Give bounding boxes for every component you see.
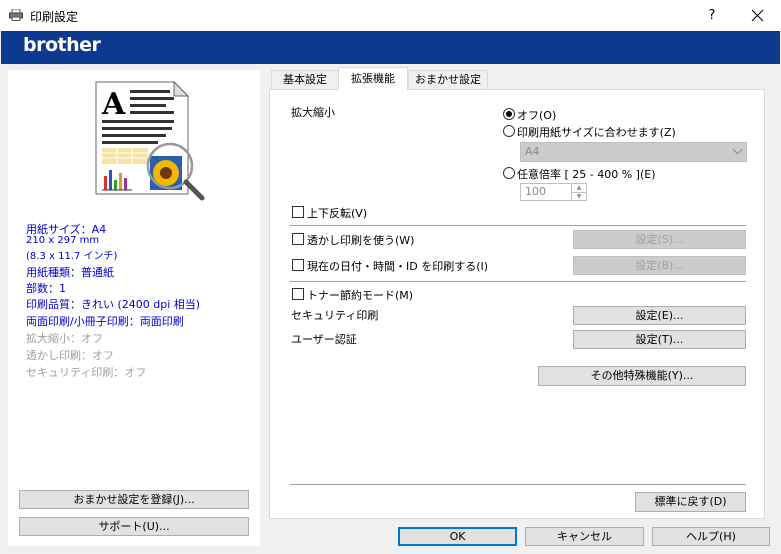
- tab-advanced[interactable]: 拡張機能: [338, 67, 408, 90]
- paper-dimension-inch: (8.3 x 11.7 インチ): [26, 251, 118, 262]
- cancel-button[interactable]: キャンセル: [525, 527, 644, 546]
- toner-save-checkbox[interactable]: [292, 288, 304, 300]
- media-type-info: 用紙種類：普通紙: [26, 266, 114, 279]
- help-button[interactable]: ?: [690, 0, 734, 31]
- tab-basic[interactable]: 基本設定: [271, 70, 339, 90]
- duplex-info: 両面印刷/小冊子印刷：両面印刷: [26, 315, 184, 328]
- divider: [290, 281, 746, 282]
- scaling-fit-label[interactable]: 印刷用紙サイズに合わせます(Z): [517, 124, 676, 140]
- watermark-checkbox[interactable]: [292, 233, 304, 245]
- watermark-label[interactable]: 透かし印刷を使う(W): [307, 232, 414, 248]
- close-icon[interactable]: [734, 0, 781, 31]
- fit-paper-select[interactable]: A4: [520, 142, 747, 162]
- header-footer-checkbox[interactable]: [292, 259, 304, 271]
- other-features-button[interactable]: その他特殊機能(Y)...: [538, 366, 746, 386]
- watermark-settings-button[interactable]: 設定(S)...: [573, 230, 746, 249]
- title-bar: 印刷設定 ?: [0, 0, 781, 31]
- brand-bar: brother: [1, 31, 780, 64]
- secure-print-label: セキュリティ印刷: [291, 309, 379, 322]
- user-auth-label: ユーザー認証: [291, 333, 357, 346]
- scaling-free-radio[interactable]: [503, 167, 515, 179]
- mirror-label[interactable]: 上下反転(V): [307, 205, 367, 221]
- fit-paper-value: A4: [525, 145, 540, 158]
- header-footer-label[interactable]: 現在の日付・時間・ID を印刷する(I): [307, 258, 488, 274]
- ok-button[interactable]: OK: [398, 527, 517, 546]
- watermark-info: 透かし印刷：オフ: [26, 349, 114, 362]
- scaling-off-label[interactable]: オフ(O): [517, 107, 556, 123]
- secure-print-settings-button[interactable]: 設定(E)...: [573, 306, 746, 325]
- mirror-checkbox[interactable]: [292, 206, 304, 218]
- divider: [290, 484, 746, 485]
- register-profile-button[interactable]: おまかせ設定を登録(J)...: [19, 490, 249, 509]
- copies-info: 部数：1: [26, 282, 66, 295]
- quality-info: 印刷品質：きれい (2400 dpi 相当): [26, 298, 201, 311]
- scale-percent-value: 100: [525, 185, 546, 198]
- scaling-fit-radio[interactable]: [503, 125, 515, 137]
- chevron-down-icon: [732, 144, 743, 155]
- user-auth-settings-button[interactable]: 設定(T)...: [573, 330, 746, 349]
- scale-percent-stepper[interactable]: 100 ▲ ▼: [520, 183, 587, 201]
- toner-save-label[interactable]: トナー節約モード(M): [307, 287, 413, 303]
- paper-dimension-mm: 210 x 297 mm: [26, 235, 100, 246]
- scaling-free-label[interactable]: 任意倍率 [ 25 - 400 % ](E): [517, 166, 656, 182]
- divider: [290, 225, 746, 226]
- preview-panel: A 用紙サイズ：A4 210 x 297 mm (8.3 x 11.7 インチ)…: [8, 70, 260, 546]
- secure-info: セキュリティ印刷：オフ: [26, 366, 147, 379]
- scaling-label: 拡大縮小: [291, 106, 335, 119]
- spin-down-icon[interactable]: ▼: [571, 192, 586, 200]
- scaling-off-radio[interactable]: [503, 108, 515, 120]
- document-preview-icon: A: [95, 80, 205, 201]
- svg-text:A: A: [101, 87, 126, 122]
- scaling-info: 拡大縮小：オフ: [26, 332, 103, 345]
- restore-default-button[interactable]: 標準に戻す(D): [635, 492, 746, 512]
- window-title: 印刷設定: [30, 10, 79, 24]
- spin-up-icon[interactable]: ▲: [571, 184, 586, 192]
- help-dialog-button[interactable]: ヘルプ(H): [652, 527, 770, 546]
- header-footer-settings-button[interactable]: 設定(B)...: [573, 256, 746, 275]
- brother-logo: brother: [23, 34, 101, 56]
- printer-icon: [9, 9, 23, 21]
- support-button[interactable]: サポート(U)...: [19, 517, 249, 536]
- tab-profiles[interactable]: おまかせ設定: [408, 70, 488, 90]
